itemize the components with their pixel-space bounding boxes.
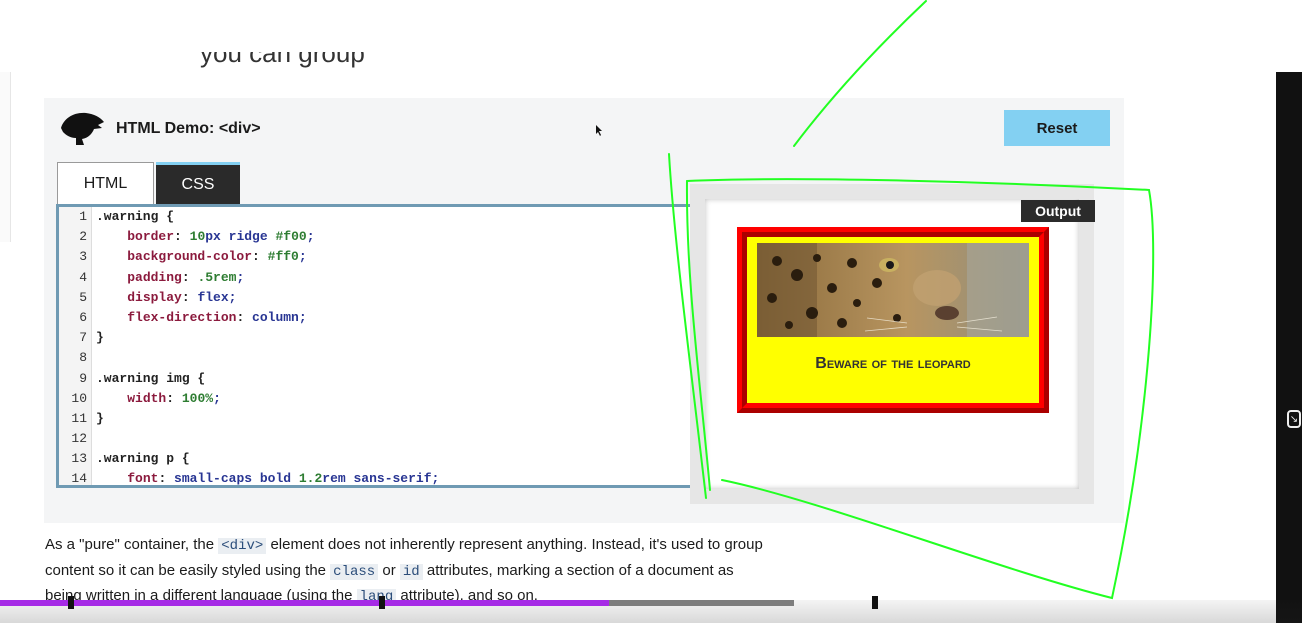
code-line[interactable]: 7} xyxy=(59,328,690,349)
code-line[interactable]: 8 xyxy=(59,348,690,369)
line-number: 6 xyxy=(59,307,92,329)
line-number: 12 xyxy=(59,429,92,450)
code-text[interactable]: background-color: #ff0; xyxy=(92,247,306,267)
played-bar[interactable] xyxy=(0,600,610,606)
code-line[interactable]: 9 .warning img { xyxy=(59,368,690,389)
line-number: 1 xyxy=(59,207,92,228)
code-line[interactable]: 5 display: flex; xyxy=(59,287,690,308)
chapter-marker[interactable] xyxy=(379,596,385,609)
code-line[interactable]: 2 border: 10px ridge #f00; xyxy=(59,227,690,248)
code-text[interactable]: .warning { xyxy=(92,207,174,227)
code-text[interactable] xyxy=(92,348,96,368)
tab-css[interactable]: CSS xyxy=(156,162,240,204)
leopard-image xyxy=(757,243,1029,337)
code-line[interactable]: 3 background-color: #ff0; xyxy=(59,247,690,268)
css-code-editor[interactable]: 1 .warning {2 border: 10px ridge #f00; 3 b… xyxy=(56,204,690,488)
line-number: 13 xyxy=(59,449,92,470)
code-text[interactable]: flex-direction: column; xyxy=(92,308,306,328)
code-text[interactable]: font: small-caps bold 1.2rem sans-serif; xyxy=(92,469,439,485)
code-line[interactable]: 13 .warning p { xyxy=(59,449,690,470)
dino-logo-icon xyxy=(61,112,104,145)
mouse-cursor-icon xyxy=(596,125,602,136)
line-number: 8 xyxy=(59,348,92,369)
interactive-demo: HTML Demo: <div> Reset HTML CSS 1 .warnin… xyxy=(44,98,1124,523)
code-text[interactable]: .warning img { xyxy=(92,369,205,389)
section-heading-fragment: you can group xyxy=(200,52,460,74)
demo-title: HTML Demo: <div> xyxy=(116,120,261,137)
code-text[interactable]: border: 10px ridge #f00; xyxy=(92,227,314,247)
code-line[interactable]: 10 width: 100%; xyxy=(59,388,690,409)
line-number: 10 xyxy=(59,388,92,409)
heading-text: you can group xyxy=(200,52,365,68)
code-line[interactable]: 14 font: small-caps bold 1.2rem sans-ser… xyxy=(59,469,690,485)
code-class: class xyxy=(330,563,379,580)
code-text[interactable]: .warning p { xyxy=(92,449,190,469)
code-text[interactable] xyxy=(92,429,96,449)
line-number: 11 xyxy=(59,408,92,430)
line-number: 3 xyxy=(59,247,92,268)
output-panel: Output Beware of the leopard xyxy=(690,184,1095,504)
player-side-bar xyxy=(1276,72,1302,623)
warning-text: Beware of the leopard xyxy=(815,355,971,372)
code-line[interactable]: 12 xyxy=(59,429,690,450)
line-number: 14 xyxy=(59,469,92,485)
code-line[interactable]: 1 .warning { xyxy=(59,207,690,228)
code-line[interactable]: 4 padding: .5rem; xyxy=(59,267,690,288)
line-number: 2 xyxy=(59,227,92,248)
code-text[interactable]: } xyxy=(92,328,104,348)
chapter-marker[interactable] xyxy=(68,596,74,609)
line-number: 4 xyxy=(59,267,92,288)
code-text[interactable]: padding: .5rem; xyxy=(92,268,244,288)
code-div: <div> xyxy=(218,538,267,554)
sidebar-edge xyxy=(0,72,11,242)
line-number: 5 xyxy=(59,287,92,308)
exit-fullscreen-icon[interactable]: ↘ xyxy=(1287,410,1301,428)
line-number: 7 xyxy=(59,328,92,349)
code-line[interactable]: 11} xyxy=(59,408,690,430)
code-id: id xyxy=(399,563,423,580)
tab-html[interactable]: HTML xyxy=(57,162,154,204)
output-label: Output xyxy=(1021,200,1095,222)
line-number: 9 xyxy=(59,368,92,389)
warning-box: Beware of the leopard xyxy=(737,227,1049,413)
code-text[interactable]: display: flex; xyxy=(92,288,236,308)
code-text[interactable]: width: 100%; xyxy=(92,389,221,409)
code-line[interactable]: 6 flex-direction: column; xyxy=(59,307,690,329)
reset-button[interactable]: Reset xyxy=(1004,110,1110,146)
description-paragraph: As a "pure" container, the <div> element… xyxy=(45,536,763,605)
code-text[interactable]: } xyxy=(92,409,104,429)
chapter-marker[interactable] xyxy=(872,596,878,609)
output-viewport: Output Beware of the leopard xyxy=(705,199,1095,489)
